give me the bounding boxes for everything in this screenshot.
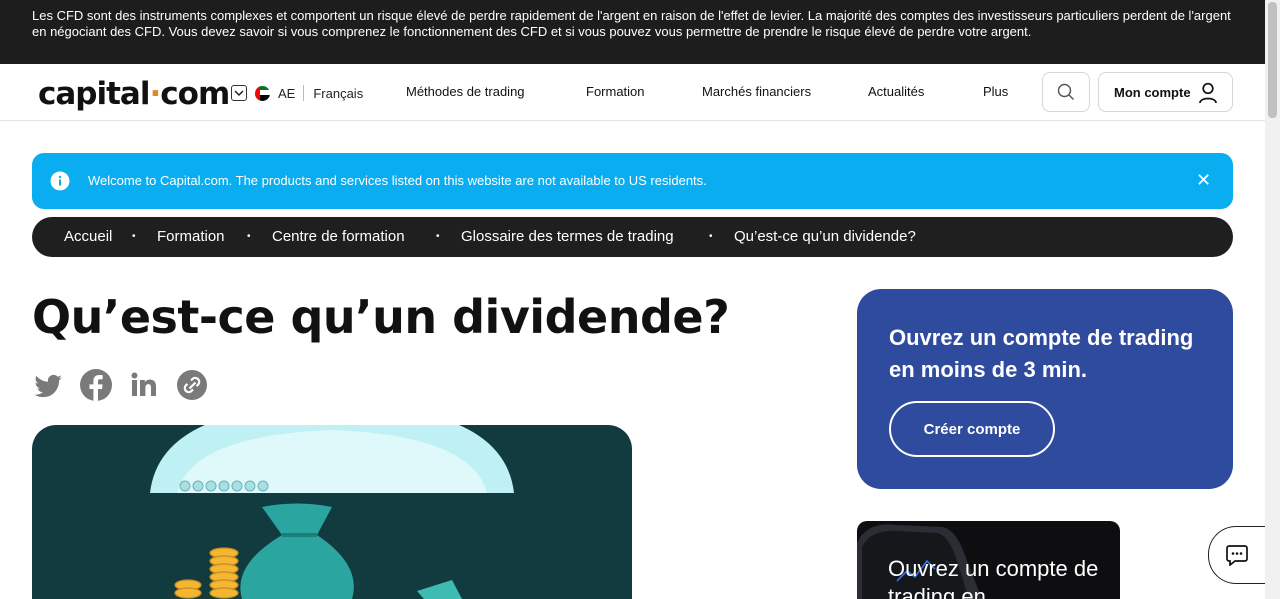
divider	[303, 85, 305, 101]
banner-message: Welcome to Capital.com. The products and…	[88, 173, 707, 188]
scrollbar-thumb[interactable]	[1268, 2, 1277, 118]
breadcrumb: Accueil • Formation • Centre de formatio…	[32, 217, 1233, 257]
create-account-button[interactable]: Créer compte	[889, 401, 1055, 457]
logo-dot: ·	[149, 76, 161, 112]
search-icon	[1057, 83, 1074, 100]
account-label: Mon compte	[1114, 84, 1191, 100]
promo-text: Ouvrez un compte de trading en	[888, 556, 1099, 599]
breadcrumb-education[interactable]: Formation	[157, 228, 225, 245]
copy-link-icon[interactable]	[176, 369, 208, 401]
risk-warning-bar: Les CFD sont des instruments complexes e…	[0, 0, 1265, 64]
region-selector[interactable]: AE Français	[231, 84, 363, 102]
close-icon[interactable]: ✕	[1196, 170, 1211, 191]
site-header: capital·com AE Français Méthodes de trad…	[0, 64, 1265, 121]
nav-markets[interactable]: Marchés financiers	[702, 84, 811, 99]
breadcrumb-learning-center[interactable]: Centre de formation	[272, 228, 405, 245]
page-scrollbar[interactable]	[1265, 0, 1280, 599]
chevron-down-icon[interactable]	[231, 85, 247, 101]
nav-trading-methods[interactable]: Méthodes de trading	[406, 84, 525, 99]
uae-flag-icon	[255, 85, 270, 101]
open-account-card: Ouvrez un compte de trading en moins de …	[857, 289, 1233, 489]
risk-warning-text: Les CFD sont des instruments complexes e…	[32, 8, 1231, 39]
user-icon	[1199, 82, 1217, 104]
article-hero-image	[32, 425, 632, 599]
nav-more[interactable]: Plus	[983, 84, 1008, 99]
breadcrumb-separator: •	[709, 231, 713, 242]
nav-education[interactable]: Formation	[586, 84, 645, 99]
breadcrumb-home[interactable]: Accueil	[64, 228, 112, 245]
page-title: Qu’est-ce qu’un dividende?	[32, 290, 730, 344]
facebook-icon[interactable]	[80, 369, 112, 401]
logo[interactable]: capital·com	[38, 76, 230, 112]
language-selector[interactable]: Français	[313, 86, 363, 101]
cta-heading: Ouvrez un compte de trading en moins de …	[889, 325, 1194, 382]
account-button[interactable]: Mon compte	[1098, 72, 1233, 112]
breadcrumb-separator: •	[247, 231, 251, 242]
promo-card[interactable]: Ouvrez un compte de trading en	[857, 521, 1120, 599]
breadcrumb-separator: •	[132, 231, 136, 242]
twitter-icon[interactable]	[32, 369, 64, 401]
nav-news[interactable]: Actualités	[868, 84, 924, 99]
logo-left: capital	[38, 76, 150, 112]
chat-button[interactable]	[1208, 526, 1265, 584]
linkedin-icon[interactable]	[128, 369, 160, 401]
breadcrumb-glossary[interactable]: Glossaire des termes de trading	[461, 228, 674, 245]
logo-right: com	[160, 76, 230, 112]
breadcrumb-separator: •	[436, 231, 440, 242]
us-residents-banner: Welcome to Capital.com. The products and…	[32, 153, 1233, 209]
chat-icon	[1226, 545, 1248, 566]
search-button[interactable]	[1042, 72, 1090, 112]
info-icon	[50, 171, 70, 191]
region-code: AE	[278, 85, 296, 101]
breadcrumb-current: Qu’est-ce qu’un dividende?	[734, 228, 916, 245]
